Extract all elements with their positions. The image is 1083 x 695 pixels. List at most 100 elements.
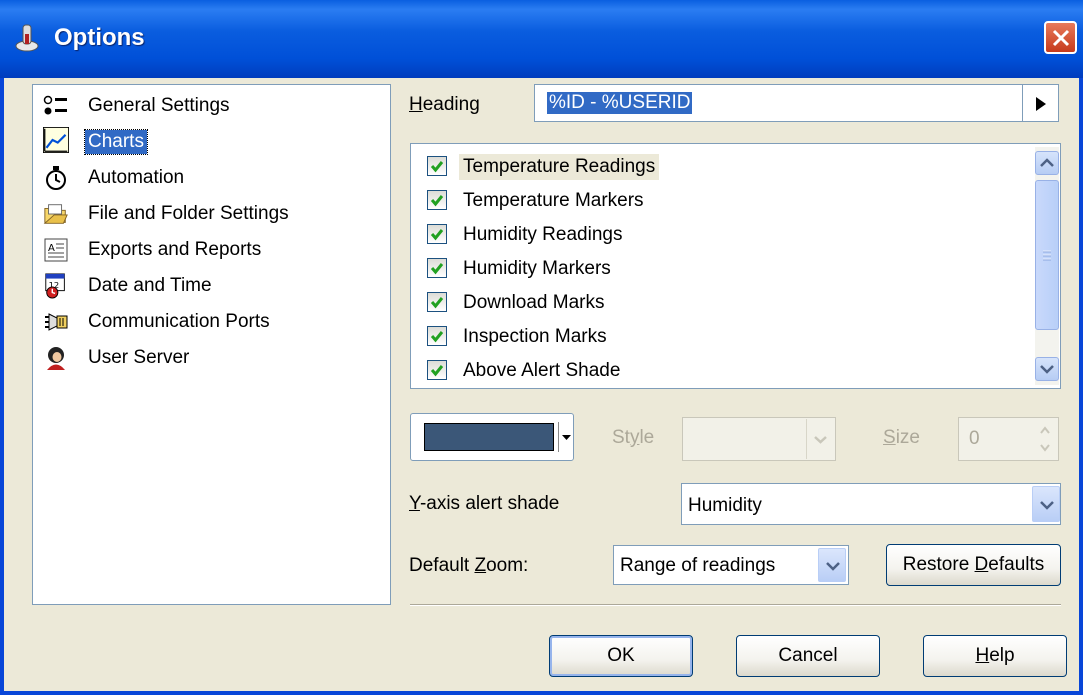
checkmark-icon bbox=[430, 297, 444, 309]
cancel-button[interactable]: Cancel bbox=[736, 635, 880, 677]
help-button[interactable]: Help bbox=[923, 635, 1067, 677]
size-label-rest: ize bbox=[895, 427, 920, 448]
default-zoom-label-key: Z bbox=[474, 555, 487, 576]
list-item-label: Inspection Marks bbox=[463, 326, 607, 347]
scroll-thumb[interactable] bbox=[1035, 180, 1059, 330]
y-axis-alert-shade-value: Humidity bbox=[688, 495, 762, 516]
heading-insert-button[interactable] bbox=[1022, 84, 1059, 122]
heading-input-value: %ID - %USERID bbox=[547, 92, 693, 114]
ok-label: OK bbox=[607, 645, 635, 666]
chevron-down-icon bbox=[826, 562, 840, 571]
heading-label-rest: eading bbox=[422, 94, 480, 115]
y-axis-label-key: Y bbox=[409, 493, 420, 514]
tree-item-label: User Server bbox=[88, 347, 190, 368]
window-title: Options bbox=[54, 24, 145, 51]
tree-item-label: File and Folder Settings bbox=[88, 203, 289, 224]
chart-line-icon bbox=[43, 127, 69, 153]
close-button[interactable] bbox=[1044, 21, 1077, 54]
y-axis-alert-shade-select[interactable]: Humidity bbox=[681, 483, 1061, 525]
style-label-rest: le bbox=[639, 427, 655, 448]
checkmark-icon bbox=[430, 263, 444, 275]
help-label-key: H bbox=[975, 645, 990, 666]
style-dropdown-button[interactable] bbox=[806, 419, 834, 459]
default-zoom-label: Default Zoom: bbox=[409, 555, 528, 577]
size-value: 0 bbox=[969, 428, 980, 449]
ok-button[interactable]: OK bbox=[549, 635, 693, 677]
checkmark-icon bbox=[430, 365, 444, 377]
restore-label-prefix: Restore bbox=[902, 554, 975, 575]
size-label-key: S bbox=[883, 427, 896, 448]
separator bbox=[410, 604, 1061, 606]
list-item-label: Above Alert Shade bbox=[463, 360, 621, 381]
checkbox[interactable] bbox=[427, 292, 447, 312]
chevron-up-icon bbox=[1040, 158, 1054, 167]
chevron-down-icon bbox=[814, 436, 827, 444]
list-item-label: Download Marks bbox=[463, 292, 605, 313]
folder-icon bbox=[43, 204, 68, 224]
default-zoom-label-prefix: Default bbox=[409, 555, 475, 576]
heading-label: Heading bbox=[409, 94, 480, 116]
chevron-down-icon bbox=[1040, 365, 1054, 374]
svg-text:A: A bbox=[48, 243, 55, 254]
tree-item-label: General Settings bbox=[88, 95, 230, 116]
user-server-icon bbox=[47, 347, 65, 370]
style-label-prefix: St bbox=[612, 427, 630, 448]
cancel-label: Cancel bbox=[778, 645, 838, 666]
help-label-rest: elp bbox=[989, 645, 1015, 666]
checkbox[interactable] bbox=[427, 190, 447, 210]
color-picker-button[interactable] bbox=[410, 413, 574, 461]
calendar-clock-icon: 12 bbox=[45, 273, 65, 299]
default-zoom-select[interactable]: Range of readings bbox=[613, 545, 849, 585]
spin-arrows-icon bbox=[1040, 426, 1050, 452]
checkbox[interactable] bbox=[427, 156, 447, 176]
checkbox[interactable] bbox=[427, 360, 447, 380]
tree-item-label: Charts bbox=[84, 129, 148, 155]
report-icon: A bbox=[44, 238, 68, 262]
chart-items-list: Temperature Readings Temperature Markers… bbox=[410, 143, 1061, 389]
restore-defaults-button[interactable]: Restore Defaults bbox=[886, 544, 1061, 586]
options-app-icon bbox=[15, 24, 39, 52]
category-tree[interactable]: General Settings Charts Automation File … bbox=[32, 84, 391, 605]
checkmark-icon bbox=[430, 161, 444, 173]
stopwatch-icon bbox=[46, 166, 66, 190]
size-spinner[interactable]: 0 bbox=[958, 417, 1059, 461]
checkmark-icon bbox=[430, 229, 444, 241]
list-item-label: Temperature Readings bbox=[459, 154, 660, 180]
restore-label-key: D bbox=[974, 554, 989, 575]
grip-icon bbox=[1043, 250, 1051, 261]
color-swatch bbox=[424, 423, 554, 451]
color-picker-divider bbox=[558, 422, 559, 452]
scroll-down-button[interactable] bbox=[1035, 357, 1059, 381]
checkbox[interactable] bbox=[427, 258, 447, 278]
triangle-right-icon bbox=[1036, 97, 1046, 111]
checkbox[interactable] bbox=[427, 326, 447, 346]
general-settings-icon bbox=[43, 95, 67, 115]
list-scrollbar[interactable] bbox=[1035, 147, 1059, 385]
heading-label-key: H bbox=[409, 94, 423, 115]
restore-label-rest: efaults bbox=[988, 554, 1045, 575]
heading-input[interactable]: %ID - %USERID bbox=[534, 84, 1023, 122]
y-axis-dropdown-button[interactable] bbox=[1032, 486, 1060, 522]
y-axis-alert-shade-label: Y-axis alert shade bbox=[409, 493, 559, 515]
style-label: Style bbox=[612, 427, 654, 449]
tree-item-label: Automation bbox=[88, 167, 185, 188]
y-axis-label-rest: -axis alert shade bbox=[419, 493, 560, 514]
title-bar: Options bbox=[0, 0, 1083, 78]
list-item-label: Humidity Readings bbox=[463, 224, 623, 245]
tree-item-label: Exports and Reports bbox=[88, 239, 262, 260]
chevron-down-icon bbox=[1040, 501, 1054, 510]
style-select[interactable] bbox=[682, 417, 836, 461]
checkmark-icon bbox=[430, 195, 444, 207]
checkmark-icon bbox=[430, 331, 444, 343]
comm-port-icon bbox=[45, 313, 68, 331]
default-zoom-label-rest: oom: bbox=[486, 555, 529, 576]
default-zoom-dropdown-button[interactable] bbox=[818, 548, 846, 582]
tree-item-label: Communication Ports bbox=[88, 311, 270, 332]
scroll-up-button[interactable] bbox=[1035, 151, 1059, 175]
checkbox[interactable] bbox=[427, 224, 447, 244]
size-label: Size bbox=[883, 427, 920, 449]
default-zoom-value: Range of readings bbox=[620, 555, 776, 576]
list-item-label: Humidity Markers bbox=[463, 258, 611, 279]
close-x-icon bbox=[1052, 29, 1070, 47]
dropdown-arrow-icon bbox=[562, 435, 571, 440]
